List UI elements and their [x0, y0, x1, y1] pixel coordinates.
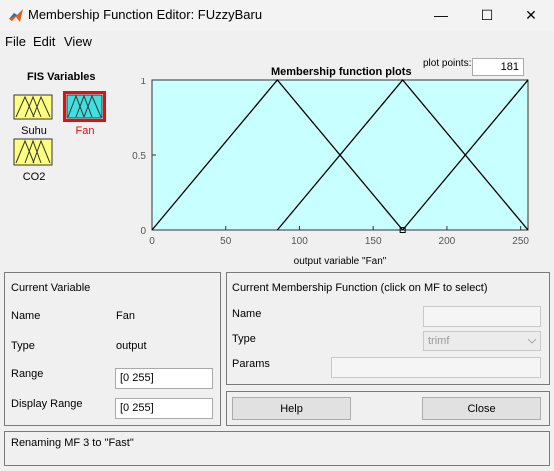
variable-fan-icon[interactable] — [63, 91, 106, 122]
window-title: Membership Function Editor: FUzzyBaru — [28, 7, 263, 22]
mf-params-input[interactable] — [331, 357, 541, 378]
var-name-label: Name — [11, 310, 41, 322]
maximize-icon: ☐ — [480, 6, 494, 23]
variable-suhu-icon[interactable] — [13, 94, 53, 120]
variable-fan-label: Fan — [75, 125, 95, 137]
variable-co2-icon[interactable] — [13, 138, 53, 166]
mf-type-select[interactable]: trimf — [423, 331, 541, 351]
x-tick-label: 200 — [439, 236, 456, 247]
minimize-button[interactable]: — — [418, 0, 464, 30]
mf-name-label: Name — [232, 308, 262, 320]
y-tick-label: 0.5 — [132, 151, 146, 162]
close-window-button[interactable]: ✕ — [508, 0, 554, 30]
maximize-button[interactable]: ☐ — [464, 0, 510, 30]
x-tick-label: 50 — [220, 236, 232, 247]
close-icon: ✕ — [525, 6, 537, 23]
variable-suhu-label: Suhu — [21, 125, 47, 137]
mf-name-input[interactable] — [423, 306, 541, 327]
mf-plot[interactable]: 0 50 100 150 200 250 0 0.5 1 output variable "Fa… — [120, 78, 540, 268]
plot-points-input[interactable]: 181 — [472, 58, 524, 76]
x-tick-label: 150 — [365, 236, 382, 247]
mf-type-value: trimf — [428, 335, 450, 347]
variable-co2-label: CO2 — [22, 171, 46, 183]
matlab-logo-icon — [9, 9, 23, 22]
menu-view[interactable]: View — [64, 34, 92, 49]
mf-type-label: Type — [232, 333, 256, 345]
mf-params-label: Params — [232, 358, 270, 370]
var-range-input[interactable]: [0 255] — [115, 368, 213, 389]
plot-points-label: plot points: — [423, 58, 472, 69]
var-type-label: Type — [11, 340, 35, 352]
var-range-label: Range — [11, 368, 44, 380]
x-tick-label: 0 — [149, 236, 155, 247]
var-name-value: Fan — [116, 310, 135, 322]
close-button[interactable]: Close — [422, 397, 541, 420]
x-axis-label: output variable "Fan" — [294, 256, 387, 267]
var-display-range-input[interactable]: [0 255] — [115, 398, 213, 419]
y-tick-label: 0 — [140, 226, 146, 237]
fis-variables-title: FIS Variables — [27, 71, 96, 83]
help-button[interactable]: Help — [232, 397, 351, 420]
var-type-value: output — [116, 340, 147, 352]
menu-file[interactable]: File — [5, 34, 26, 49]
x-tick-label: 100 — [291, 236, 308, 247]
minimize-icon: — — [434, 7, 448, 23]
current-mf-title: Current Membership Function (click on MF… — [232, 282, 488, 294]
y-tick-label: 1 — [140, 78, 146, 87]
var-display-range-label: Display Range — [11, 398, 83, 410]
chevron-down-icon — [527, 338, 537, 344]
current-variable-title: Current Variable — [11, 282, 91, 294]
status-text: Renaming MF 3 to "Fast" — [11, 437, 134, 449]
x-tick-label: 250 — [512, 236, 529, 247]
menu-edit[interactable]: Edit — [33, 34, 55, 49]
mf-plot-title: Membership function plots — [271, 66, 412, 78]
